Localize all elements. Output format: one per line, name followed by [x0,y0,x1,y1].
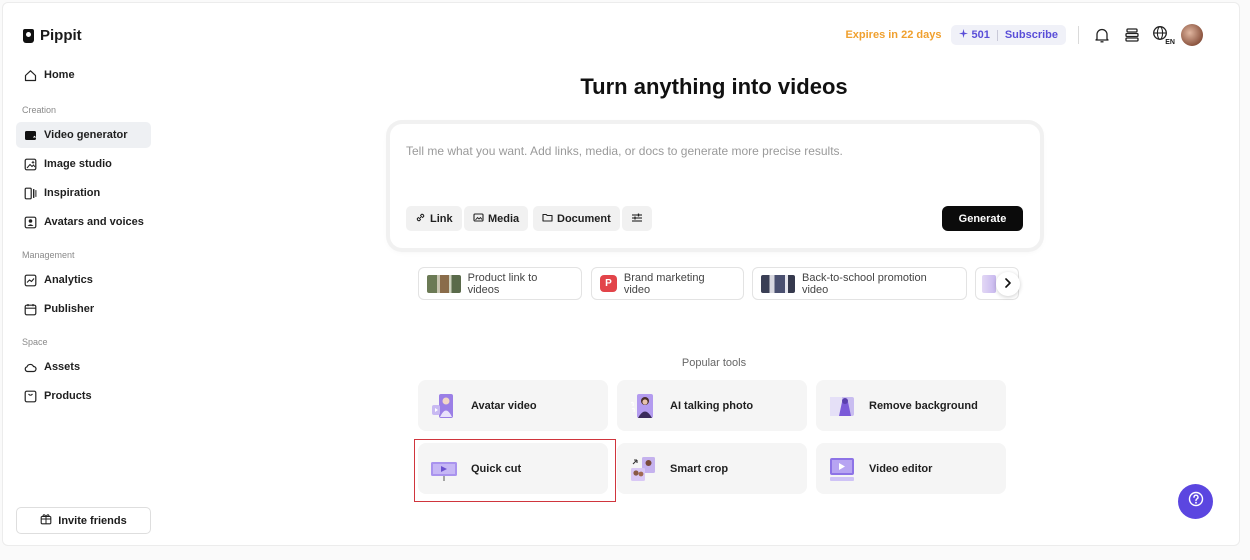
credits-subscribe-pill[interactable]: 501 Subscribe [951,25,1066,45]
sidebar-item-publisher[interactable]: Publisher [16,296,151,322]
sidebar-item-label: Avatars and voices [44,216,144,228]
image-icon [473,212,484,226]
ai-talking-photo-thumbnail [628,391,658,421]
sidebar-item-avatars-and-voices[interactable]: Avatars and voices [16,209,151,235]
tool-label: AI talking photo [670,399,754,412]
help-icon [1188,491,1204,512]
invite-friends-label: Invite friends [58,514,127,527]
gift-icon [40,513,52,528]
tool-label: Avatar video [471,399,537,412]
link-label: Link [430,212,453,225]
image-studio-icon [24,158,37,171]
expiry-notice[interactable]: Expires in 22 days [845,29,941,41]
link-button[interactable]: Link [406,206,462,231]
tool-avatar-video[interactable]: Avatar video [418,380,608,431]
sidebar-item-label: Inspiration [44,187,101,199]
header-toolbar: Expires in 22 days 501 Subscribe EN [845,24,1203,47]
back-to-school-thumbnail [761,274,795,293]
avatar-video-thumbnail [429,391,459,421]
tool-label: Smart crop [670,462,729,475]
tool-label: Video editor [869,462,933,475]
product-link-thumbnail [427,274,461,293]
sidebar-item-label: Publisher [44,303,95,315]
pippit-logo-icon [23,28,34,43]
tool-label: Remove background [869,399,978,412]
suggestion-chip-brand-marketing[interactable]: P Brand marketing video [591,267,744,300]
remove-background-thumbnail [827,391,857,421]
sidebar-item-video-generator[interactable]: Video generator [16,122,151,148]
document-button[interactable]: Document [533,206,620,231]
invite-friends-button[interactable]: Invite friends [16,507,151,534]
credits-count-group: 501 [959,29,990,41]
generate-button[interactable]: Generate [942,206,1023,231]
sidebar-item-label: Image studio [44,158,112,170]
sidebar-item-image-studio[interactable]: Image studio [16,151,151,177]
analytics-icon [24,274,37,287]
media-label: Media [488,212,520,225]
chevron-right-icon [1004,275,1012,293]
avatars-and-voices-icon [24,216,37,229]
tool-remove-background[interactable]: Remove background [816,380,1006,431]
stack-icon[interactable] [1121,24,1143,46]
credits-count: 501 [971,29,990,41]
tool-ai-talking-photo[interactable]: AI talking photo [617,380,807,431]
sidebar-section-space: Space [22,337,48,347]
sparkle-icon [959,29,969,41]
next-suggestions-button[interactable] [996,272,1020,296]
app-name: Pippit [40,27,82,44]
popular-tools-heading: Popular tools [681,357,747,369]
page-title: Turn anything into videos [580,74,848,99]
pippit-logo[interactable]: Pippit [23,27,82,44]
product-box-icon [24,390,37,403]
prompt-input[interactable]: Tell me what you want. Add links, media,… [406,144,843,158]
avatar[interactable] [1181,24,1203,46]
globe-icon[interactable]: EN [1151,24,1175,47]
sidebar-item-analytics[interactable]: Analytics [16,267,151,293]
smart-crop-thumbnail [628,454,658,484]
sidebar-item-label: Analytics [44,274,93,286]
sidebar-item-label: Products [44,390,92,402]
sliders-icon [631,212,643,226]
header-divider [1078,26,1079,44]
pill-divider [996,29,998,41]
calendar-icon [24,303,37,316]
settings-sliders-button[interactable] [622,206,652,231]
suggestion-label: Back-to-school promotion video [801,271,927,296]
suggestion-label: Brand marketing video [623,271,705,296]
selection-highlight [414,439,616,502]
sidebar-item-inspiration[interactable]: Inspiration [16,180,151,206]
partial-thumbnail [982,274,996,293]
suggestion-label: Product link to videos [467,271,538,296]
suggestion-chip-product-link[interactable]: Product link to videos [418,267,582,300]
subscribe-button[interactable]: Subscribe [1005,29,1058,41]
media-button[interactable]: Media [464,206,529,231]
tool-video-editor[interactable]: Video editor [816,443,1006,494]
sidebar-section-management: Management [22,250,75,260]
video-editor-thumbnail [827,454,857,484]
prompt-box[interactable]: Tell me what you want. Add links, media,… [390,124,1040,248]
bell-icon[interactable] [1091,24,1113,46]
suggestion-chip-back-to-school[interactable]: Back-to-school promotion video [752,267,967,300]
help-button[interactable] [1178,484,1213,519]
language-badge: EN [1165,39,1175,47]
app-window: Pippit Home Creation Video generator Ima… [2,2,1240,546]
folder-icon [542,212,553,226]
document-label: Document [557,212,611,225]
sidebar-item-products[interactable]: Products [16,383,151,409]
inspiration-icon [24,187,37,200]
brand-badge-icon: P [600,275,617,292]
video-generator-icon [24,129,37,142]
link-icon [415,212,426,226]
tool-smart-crop[interactable]: Smart crop [617,443,807,494]
sidebar-item-label: Video generator [44,129,128,141]
sidebar-section-creation: Creation [22,105,57,115]
